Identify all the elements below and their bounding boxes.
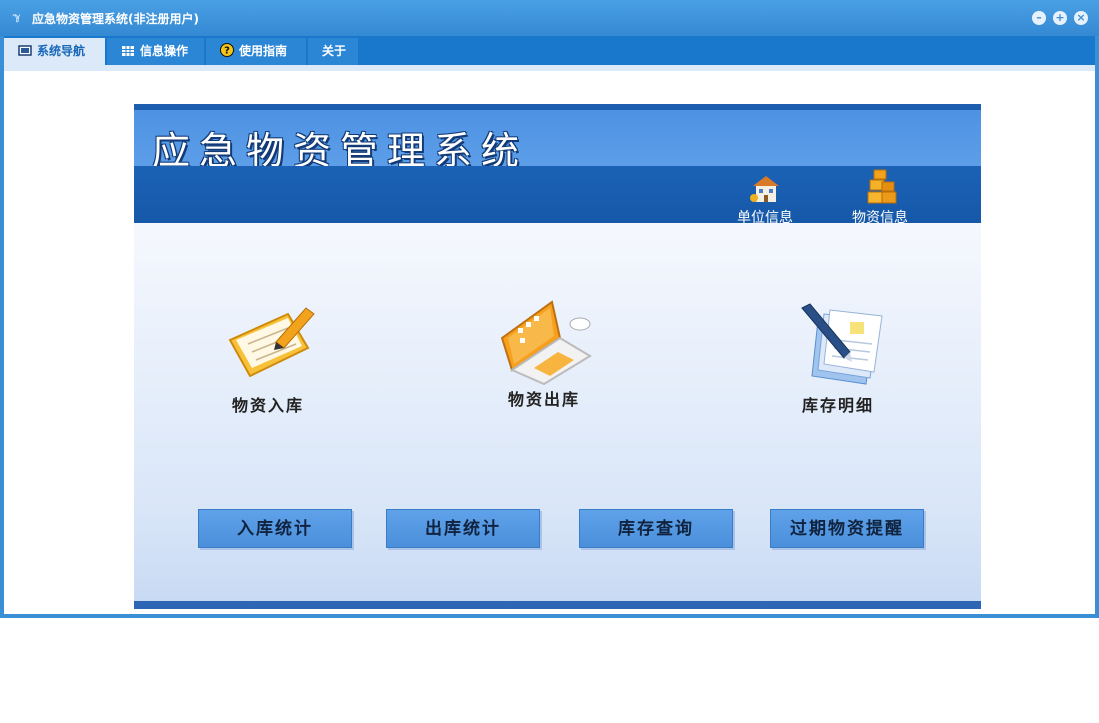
tab-user-guide[interactable]: ? 使用指南 xyxy=(206,38,306,65)
stock-out-stats-button[interactable]: 出库统计 xyxy=(386,509,540,548)
grid-icon xyxy=(121,40,135,56)
tab-info-ops[interactable]: 信息操作 xyxy=(107,38,204,65)
inventory-query-button[interactable]: 库存查询 xyxy=(579,509,733,548)
panel-bottom-line xyxy=(134,601,981,609)
help-icon: ? xyxy=(220,40,234,57)
unit-info-link[interactable]: 单位信息 xyxy=(725,166,805,226)
tab-label: 关于 xyxy=(322,44,347,58)
panel-title-band: 应急物资管理系统 xyxy=(134,110,981,173)
monitor-icon xyxy=(18,40,32,56)
svg-text:?: ? xyxy=(224,46,230,57)
header-item-label: 物资信息 xyxy=(852,210,908,226)
feature-label: 物资出库 xyxy=(507,390,580,409)
header-item-label: 单位信息 xyxy=(737,210,793,226)
maximize-icon[interactable]: + xyxy=(1053,11,1067,25)
feature-label: 物资入库 xyxy=(231,396,304,415)
tab-about[interactable]: 关于 xyxy=(308,38,358,65)
navigation-panel: 应急物资管理系统 单位信息 物资信息 物资入库 物资出库 库存明细 入库统计 出… xyxy=(134,104,981,609)
title-bar[interactable]: ℽ 应急物资管理系统(非注册用户) – + × xyxy=(0,0,1099,36)
boxes-icon xyxy=(867,169,897,204)
tab-bar: 系统导航 信息操作 ? 使用指南 关于 xyxy=(4,36,1095,65)
stock-in-stats-button[interactable]: 入库统计 xyxy=(198,509,352,548)
laptop-icon xyxy=(500,300,592,386)
app-window: ℽ 应急物资管理系统(非注册用户) – + × 系统导航 信息操作 ? 使用指南… xyxy=(0,0,1099,618)
tab-label: 信息操作 xyxy=(140,44,189,58)
feature-label: 库存明细 xyxy=(801,396,874,415)
window-title: 应急物资管理系统(非注册用户) xyxy=(32,12,199,26)
close-icon[interactable]: × xyxy=(1074,11,1088,25)
app-logo-icon: ℽ xyxy=(13,12,21,23)
client-top-strip xyxy=(4,65,1095,71)
tab-system-nav[interactable]: 系统导航 xyxy=(4,38,105,65)
material-info-link[interactable]: 物资信息 xyxy=(840,166,920,226)
panel-header-band: 单位信息 物资信息 xyxy=(134,166,981,226)
tab-label: 使用指南 xyxy=(239,44,288,58)
tab-label: 系统导航 xyxy=(37,44,86,58)
minimize-icon[interactable]: – xyxy=(1032,11,1046,25)
document-pen-icon xyxy=(801,303,883,385)
notebook-pencil-icon xyxy=(228,307,315,378)
expired-reminder-button[interactable]: 过期物资提醒 xyxy=(770,509,924,548)
building-icon xyxy=(750,176,779,202)
